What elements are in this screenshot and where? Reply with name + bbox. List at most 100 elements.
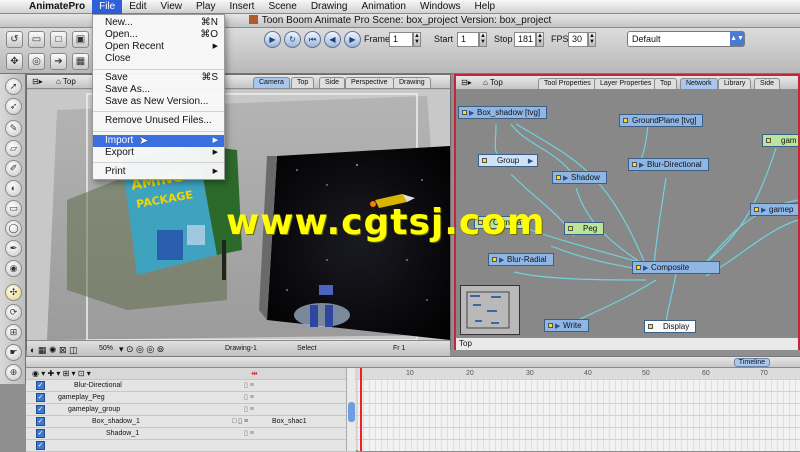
layer-row[interactable]: ✓ Shadow_1 ▯ ≡ (26, 428, 356, 440)
play-icon[interactable]: ▶ (264, 31, 281, 48)
layer-drawing-name[interactable]: Box_shac1 (272, 416, 307, 427)
eraser-tool-icon[interactable]: ▱ (5, 140, 22, 157)
layer-row[interactable]: ✓ Box_shadow_1 □ ▯ ≡ Box_shac1 (26, 416, 356, 428)
menu-play[interactable]: Play (189, 0, 222, 14)
frame-field[interactable]: 1 (389, 32, 413, 47)
node-composite[interactable]: ▶ Composite (632, 261, 721, 274)
lock-icon[interactable]: ▯ ≡ (244, 380, 254, 391)
grid-icon[interactable]: ▦ (72, 53, 89, 70)
layer-row[interactable]: ✓ gameplay_group ▯ ≡ (26, 404, 356, 416)
menu-animation[interactable]: Animation (355, 0, 413, 14)
stop-stepper[interactable]: ▲ ▼ (536, 32, 544, 47)
menu-file[interactable]: File (92, 0, 123, 14)
menu-item-open[interactable]: Open... ⌘O (93, 29, 224, 41)
node-groundplane[interactable]: GroundPlane [tvg] (619, 114, 704, 127)
tab-perspective[interactable]: Perspective (345, 77, 394, 88)
next-frame-icon[interactable]: ▶ (344, 31, 361, 48)
transform-tool-icon[interactable]: ✣ (5, 284, 22, 301)
menu-edit[interactable]: Edit (122, 0, 153, 14)
contour-tool-icon[interactable]: ➶ (5, 98, 22, 115)
tab-top[interactable]: Top (291, 77, 315, 88)
new-icon[interactable]: □ (50, 31, 67, 48)
playhead[interactable] (360, 368, 362, 451)
zoom-tool-icon[interactable]: ⊕ (5, 364, 22, 381)
layer-visible-checkbox[interactable]: ✓ (36, 405, 45, 414)
menu-windows[interactable]: Windows (413, 0, 468, 14)
tab-timeline[interactable]: Timeline (733, 358, 770, 367)
panel-menu-icon[interactable]: ⊟▸ (458, 77, 475, 89)
keyframe-icon[interactable]: ⇹ (251, 368, 258, 379)
fps-stepper[interactable]: ▲ ▼ (588, 32, 596, 47)
menu-item-save-as[interactable]: Save As... (93, 84, 224, 96)
layer-row[interactable]: ✓ (26, 440, 356, 452)
tab-camera[interactable]: Camera (253, 77, 290, 88)
workspace-layout-select[interactable]: Default ▲▼ (627, 31, 745, 47)
hand-tool-icon[interactable]: ☛ (5, 344, 22, 361)
menu-app-name[interactable]: AnimatePro (22, 0, 92, 14)
lock-icon[interactable]: □ ▯ ≡ (232, 416, 248, 427)
tab-side[interactable]: Side (754, 78, 781, 89)
tab-drawing[interactable]: Drawing (393, 77, 431, 88)
layer-visible-checkbox[interactable]: ✓ (36, 441, 45, 450)
fps-field[interactable]: 30 (568, 32, 588, 47)
menu-item-save-new-version[interactable]: Save as New Version... (93, 96, 224, 108)
start-field[interactable]: 1 (457, 32, 479, 47)
paint-tool-icon[interactable]: ◐ (5, 180, 22, 197)
layer-row[interactable]: ✓ gameplay_Peg ▯ ≡ (26, 392, 356, 404)
menu-item-save[interactable]: Save ⌘S (93, 72, 224, 84)
node-box-shadow[interactable]: ▶ Box_shadow [tvg] (458, 106, 548, 119)
rectangle-tool-icon[interactable]: ▭ (5, 200, 22, 217)
node-gamep[interactable]: ▶ gamep (750, 203, 798, 216)
node-group[interactable]: Group ▶ (478, 154, 539, 167)
tab-layer-properties[interactable]: Layer Properties (594, 78, 658, 89)
layer-row[interactable]: ✓ Blur-Directional ▯ ≡ (26, 380, 356, 392)
undo-icon[interactable]: ↺ (6, 31, 23, 48)
layer-visible-checkbox[interactable]: ✓ (36, 381, 45, 390)
first-frame-icon[interactable]: ⏮ (304, 31, 321, 48)
move-icon[interactable]: ✥ (6, 53, 23, 70)
folder-icon[interactable]: ▭ (28, 31, 45, 48)
lock-icon[interactable]: ▯ ≡ (244, 428, 254, 439)
menu-drawing[interactable]: Drawing (304, 0, 355, 14)
tab-library[interactable]: Library (718, 78, 752, 89)
start-stepper[interactable]: ▲ ▼ (479, 32, 487, 47)
brush-tool-icon[interactable]: ✎ (5, 120, 22, 137)
lock-icon[interactable]: ▯ ≡ (244, 404, 254, 415)
node-blur-radial[interactable]: ▶ Blur-Radial (488, 253, 554, 266)
rotate-tool-icon[interactable]: ⟳ (5, 304, 22, 321)
pencil-tool-icon[interactable]: ✐ (5, 160, 22, 177)
node-write[interactable]: ▶ Write (544, 319, 589, 332)
home-top-button[interactable]: ⌂ Top (480, 77, 506, 89)
layer-toolbar-icons[interactable]: ◉ ▾ ✚ ▾ ⊞ ▾ ⊡ ▾ (32, 368, 91, 379)
zoom-level[interactable]: 50% (99, 341, 113, 356)
node-peg[interactable]: Peg (564, 222, 605, 235)
menu-insert[interactable]: Insert (222, 0, 261, 14)
tab-tool-properties[interactable]: Tool Properties (538, 78, 597, 89)
bucket-tool-icon[interactable]: ◉ (5, 260, 22, 277)
tab-top[interactable]: Top (654, 78, 678, 89)
tab-side[interactable]: Side (319, 77, 346, 88)
loop-icon[interactable]: ↻ (284, 31, 301, 48)
menu-item-export[interactable]: Export ▶ (93, 147, 224, 159)
prev-frame-icon[interactable]: ◀ (324, 31, 341, 48)
target-icon[interactable]: ◎ (28, 53, 45, 70)
home-top-button[interactable]: ⌂ Top (53, 76, 79, 88)
tab-network[interactable]: Network (680, 78, 718, 89)
zoom-controls[interactable]: ▾ ⊙ ◎ ◎ ⊚ (119, 342, 164, 357)
node-shadow[interactable]: ▶ Shadow (552, 171, 607, 184)
menu-item-print[interactable]: Print ▶ (93, 166, 224, 178)
select-tool-icon[interactable]: ➚ (5, 78, 22, 95)
layer-visible-checkbox[interactable]: ✓ (36, 417, 45, 426)
menu-scene[interactable]: Scene (261, 0, 303, 14)
panel-menu-icon[interactable]: ⊟▸ (29, 76, 46, 88)
menu-view[interactable]: View (153, 0, 189, 14)
frame-stepper[interactable]: ▲ ▼ (413, 32, 421, 47)
layer-visible-checkbox[interactable]: ✓ (36, 429, 45, 438)
node-gam[interactable]: gam (762, 134, 798, 147)
menu-item-new[interactable]: New... ⌘N (93, 17, 224, 29)
save-icon[interactable]: ▣ (72, 31, 89, 48)
frame-grid[interactable]: 10 20 30 40 50 60 70 (358, 368, 800, 451)
network-navigator[interactable] (460, 285, 520, 335)
arrow-icon[interactable]: ➔ (50, 53, 67, 70)
node-display[interactable]: Display (644, 320, 697, 333)
